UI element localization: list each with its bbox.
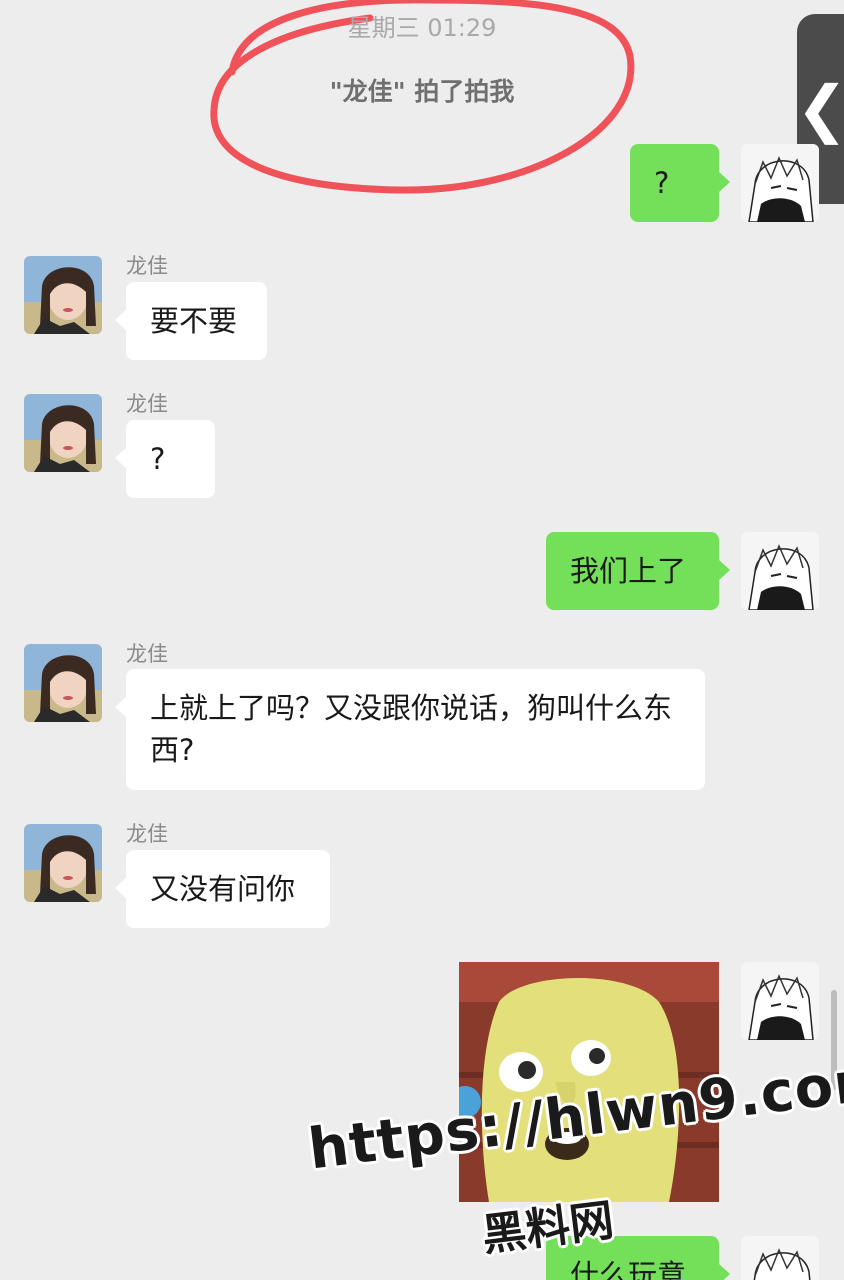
- message-text: 什么玩意: [570, 1258, 687, 1280]
- sender-name: 龙佳: [126, 642, 168, 666]
- contact-message-bubble[interactable]: 又没有问你: [115, 850, 330, 928]
- system-timestamp: 星期三 01:29: [347, 14, 497, 42]
- contact-photo-icon: [24, 824, 102, 902]
- anime-avatar-icon: [741, 144, 819, 222]
- message-text: 要不要: [150, 304, 238, 338]
- chevron-left-icon: ❮: [796, 72, 844, 145]
- my-message-bubble[interactable]: ?: [630, 144, 730, 222]
- contact-message-bubble[interactable]: 上就上了吗？又没跟你说话，狗叫什么东西?: [115, 669, 705, 790]
- contact-avatar[interactable]: [24, 256, 102, 334]
- contact-message-bubble[interactable]: ?: [115, 420, 215, 498]
- contact-photo-icon: [24, 644, 102, 722]
- sender-name: 龙佳: [126, 392, 168, 416]
- pat-notice: "龙佳" 拍了拍我: [329, 77, 515, 106]
- anime-avatar-icon: [741, 532, 819, 610]
- contact-avatar[interactable]: [24, 824, 102, 902]
- message-text: 又没有问你: [150, 872, 296, 906]
- my-avatar[interactable]: [741, 962, 819, 1040]
- my-avatar[interactable]: [741, 144, 819, 222]
- my-avatar[interactable]: [741, 1236, 819, 1280]
- anime-avatar-icon: [741, 1236, 819, 1280]
- sender-name: 龙佳: [126, 254, 168, 278]
- my-avatar[interactable]: [741, 532, 819, 610]
- contact-avatar[interactable]: [24, 394, 102, 472]
- message-text: ?: [150, 442, 166, 476]
- contact-photo-icon: [24, 256, 102, 334]
- message-text: 我们上了: [570, 554, 687, 588]
- contact-message-bubble[interactable]: 要不要: [115, 282, 267, 360]
- contact-avatar[interactable]: [24, 644, 102, 722]
- anime-avatar-icon: [741, 962, 819, 1040]
- message-text: 上就上了吗？又没跟你说话，狗叫什么东西?: [150, 691, 673, 767]
- my-message-bubble[interactable]: 我们上了: [546, 532, 730, 610]
- sender-name: 龙佳: [126, 822, 168, 846]
- message-text: ?: [654, 166, 670, 200]
- contact-photo-icon: [24, 394, 102, 472]
